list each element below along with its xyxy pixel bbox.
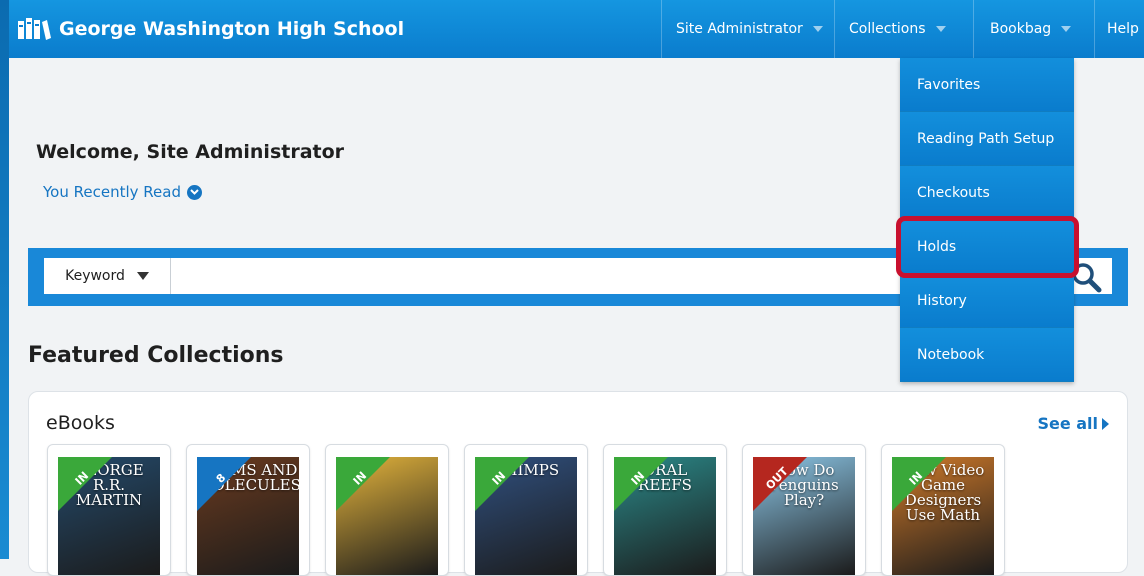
menu-item-notebook[interactable]: Notebook	[900, 328, 1074, 382]
book-card[interactable]: How Do Penguins Play? OUT	[742, 444, 866, 576]
search-icon	[1072, 263, 1102, 293]
nav-bookbag[interactable]: Bookbag	[973, 0, 1094, 58]
books-logo-icon	[18, 18, 51, 40]
availability-badge: 8	[197, 457, 259, 519]
chevron-circle-down-icon	[186, 184, 202, 200]
availability-badge: IN	[336, 457, 398, 519]
chevron-down-icon	[935, 26, 946, 32]
nav-site-administrator[interactable]: Site Administrator	[661, 0, 834, 58]
book-cover-image: How Do Penguins Play? OUT	[753, 457, 855, 575]
availability-status: OUT	[763, 464, 791, 493]
nav-menu: Site Administrator Collections Bookbag H…	[661, 0, 1144, 58]
chevron-right-icon	[1102, 417, 1109, 430]
chevron-down-icon	[812, 26, 823, 32]
see-all-label: See all	[1037, 414, 1098, 433]
menu-item-reading-path-setup[interactable]: Reading Path Setup	[900, 112, 1074, 166]
availability-status: IN	[489, 469, 509, 488]
welcome-heading: Welcome, Site Administrator	[36, 141, 345, 163]
top-navbar: George Washington High School Site Admin…	[9, 0, 1144, 58]
book-cover-image: GEORGE R.R. MARTIN IN	[58, 457, 160, 575]
see-all-link[interactable]: See all	[1037, 414, 1109, 433]
availability-badge: IN	[892, 457, 954, 519]
availability-status: 8	[213, 471, 229, 486]
menu-item-checkouts[interactable]: Checkouts	[900, 166, 1074, 220]
book-card[interactable]: GEORGE R.R. MARTIN IN	[47, 444, 171, 576]
book-card[interactable]: ORAL REEFS IN	[603, 444, 727, 576]
recently-read-toggle[interactable]: You Recently Read	[43, 183, 202, 201]
nav-help[interactable]: Help	[1094, 0, 1144, 58]
recently-read-label: You Recently Read	[43, 183, 181, 201]
book-cover-image: CHIMPS IN	[475, 457, 577, 575]
availability-badge: IN	[475, 457, 537, 519]
search-type-select[interactable]: Keyword	[44, 258, 171, 294]
nav-label: Collections	[849, 21, 926, 37]
nav-label: Bookbag	[990, 21, 1052, 37]
availability-status: IN	[906, 469, 926, 488]
availability-status: IN	[72, 469, 92, 488]
school-name: George Washington High School	[59, 18, 405, 40]
bookbag-dropdown-menu: Favorites Reading Path Setup Checkouts H…	[900, 58, 1074, 382]
book-cover-image: IN	[336, 457, 438, 575]
availability-badge: IN	[614, 457, 676, 519]
page-edge-strip	[0, 0, 9, 559]
chevron-down-icon	[1061, 26, 1072, 32]
book-card[interactable]: CHIMPS IN	[464, 444, 588, 576]
collection-title: eBooks	[46, 412, 115, 434]
nav-label: Site Administrator	[676, 21, 803, 37]
book-card[interactable]: ATOMS AND MOLECULES 8	[186, 444, 310, 576]
nav-label: Help	[1107, 21, 1139, 37]
chevron-down-icon	[136, 272, 149, 280]
menu-item-favorites[interactable]: Favorites	[900, 58, 1074, 112]
book-cover-image: ATOMS AND MOLECULES 8	[197, 457, 299, 575]
brand[interactable]: George Washington High School	[17, 0, 404, 58]
nav-collections[interactable]: Collections	[834, 0, 973, 58]
book-card[interactable]: How Video Game Designers Use Math IN	[881, 444, 1005, 576]
availability-badge: OUT	[753, 457, 815, 519]
featured-collections-heading: Featured Collections	[28, 343, 284, 368]
collection-panel-ebooks: eBooks See all GEORGE R.R. MARTIN IN ATOMS…	[28, 391, 1128, 576]
menu-item-holds[interactable]: Holds	[900, 220, 1074, 274]
menu-item-history[interactable]: History	[900, 274, 1074, 328]
availability-status: IN	[628, 469, 648, 488]
search-type-label: Keyword	[65, 268, 125, 284]
availability-badge: IN	[58, 457, 120, 519]
book-cover-image: How Video Game Designers Use Math IN	[892, 457, 994, 575]
book-cover-image: ORAL REEFS IN	[614, 457, 716, 575]
book-card[interactable]: IN	[325, 444, 449, 576]
availability-status: IN	[350, 469, 370, 488]
